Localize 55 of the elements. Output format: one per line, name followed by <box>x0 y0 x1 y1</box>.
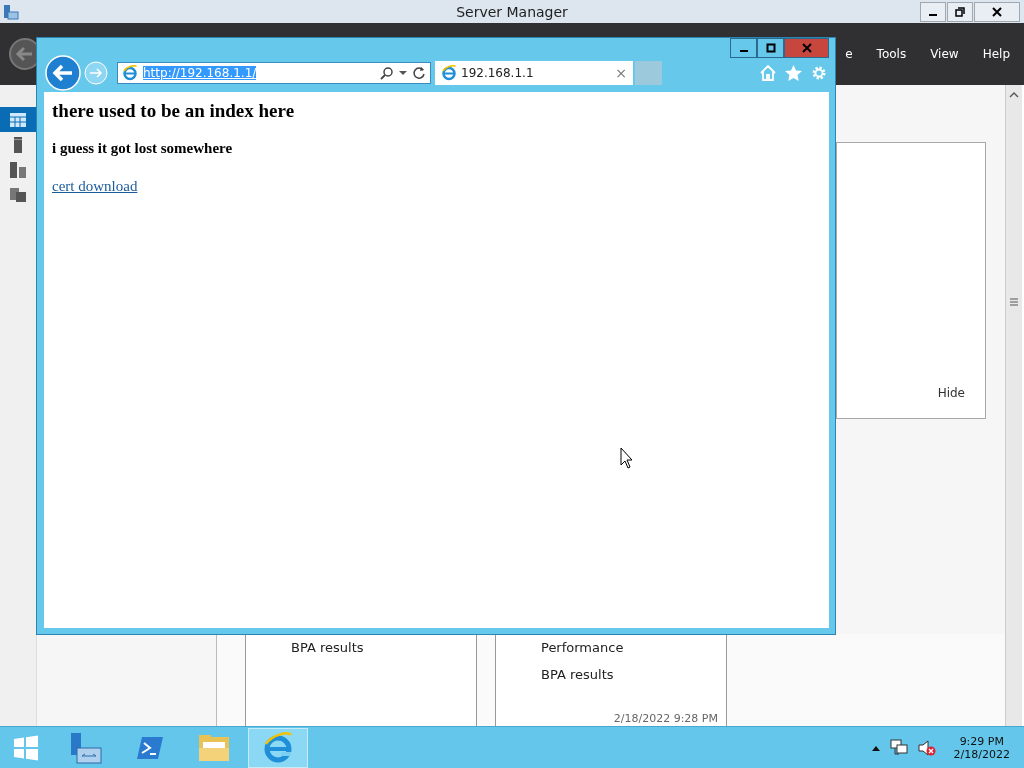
speaker-muted-icon[interactable] <box>917 738 936 757</box>
clock-time[interactable]: 9:29 PM <box>959 734 1004 748</box>
caret-icon[interactable] <box>399 70 407 76</box>
scroll-thumb-icon[interactable] <box>1009 298 1019 306</box>
menu-item[interactable]: Help <box>982 47 1010 61</box>
menu-item[interactable]: Tools <box>876 47 907 61</box>
minimize-button[interactable] <box>730 38 757 58</box>
maximize-icon <box>765 43 776 53</box>
minimize-button[interactable] <box>920 1 946 22</box>
scroll-up-icon[interactable] <box>1009 91 1019 99</box>
star-icon[interactable] <box>785 65 802 81</box>
sidebar-item[interactable] <box>0 107 36 132</box>
back-button[interactable] <box>8 37 36 71</box>
tile-item[interactable]: BPA results <box>291 640 476 655</box>
hide-link[interactable]: Hide <box>937 386 965 400</box>
show-hidden-icons-icon[interactable] <box>871 744 880 751</box>
search-icon[interactable] <box>380 66 394 80</box>
tile-item[interactable]: Performance <box>541 640 726 655</box>
download-link[interactable]: cert download <box>52 178 138 195</box>
maximize-button[interactable] <box>757 38 784 58</box>
tile-item[interactable]: BPA results <box>541 667 726 682</box>
windows-icon <box>13 734 39 761</box>
server-icon <box>14 136 22 153</box>
page-icon <box>122 65 138 81</box>
page-icon <box>441 65 457 81</box>
close-button[interactable] <box>974 1 1020 22</box>
folders-icon <box>10 187 26 202</box>
close-icon <box>801 43 812 53</box>
page-subheading: i guess it got lost somewhere <box>52 140 234 157</box>
folder-icon <box>198 733 230 762</box>
restore-icon <box>955 6 965 17</box>
scrollbar[interactable] <box>1005 85 1022 726</box>
cursor-icon <box>620 447 634 469</box>
restore-button[interactable] <box>947 1 973 22</box>
page-heading: there used to be an index here <box>52 100 296 122</box>
window-title: Server Manager <box>456 3 568 20</box>
menu-item[interactable]: e <box>845 47 853 61</box>
network-icon[interactable] <box>889 738 908 757</box>
close-icon <box>992 6 1002 17</box>
taskbar-button[interactable] <box>248 727 308 768</box>
terminal-icon <box>136 735 164 760</box>
app-icon <box>3 3 19 20</box>
timestamp: 2/18/2022 9:28 PM <box>613 712 718 725</box>
servers-icon <box>10 161 26 178</box>
tab-title[interactable]: 192.168.1.1 <box>461 66 612 80</box>
browser-icon <box>262 731 294 764</box>
server-manager-icon <box>69 731 103 764</box>
clock-date[interactable]: 2/18/2022 <box>953 747 1010 761</box>
tab-close-button[interactable]: × <box>615 65 627 81</box>
refresh-icon[interactable] <box>412 66 426 80</box>
menu-item[interactable]: View <box>930 47 959 61</box>
browser-tab[interactable]: 192.168.1.1 × <box>435 61 633 85</box>
dashboard-icon <box>10 112 26 127</box>
minimize-icon <box>929 13 937 16</box>
minimize-icon <box>739 50 748 52</box>
